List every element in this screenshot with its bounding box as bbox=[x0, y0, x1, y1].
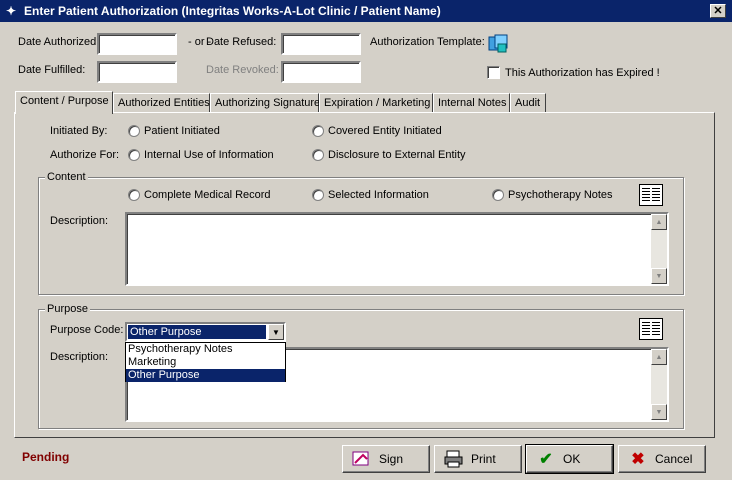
covered-entity-initiated-label: Covered Entity Initiated bbox=[328, 125, 442, 137]
description-label: Description: bbox=[50, 215, 109, 227]
date-revoked-field[interactable] bbox=[281, 61, 361, 83]
close-icon: ✕ bbox=[713, 4, 723, 17]
title-bar: ✦ Enter Patient Authorization (Integrita… bbox=[0, 0, 732, 22]
checkmark-icon: ✔ bbox=[539, 451, 553, 468]
template-button[interactable] bbox=[486, 33, 510, 55]
authorization-template-label: Authorization Template: bbox=[370, 36, 485, 48]
complete-record-radio[interactable] bbox=[128, 189, 140, 201]
disclosure-external-radio[interactable] bbox=[312, 149, 324, 161]
book-icon[interactable] bbox=[639, 184, 663, 206]
app-icon: ✦ bbox=[5, 4, 17, 18]
purpose-description-scrollbar[interactable]: ▲ ▼ bbox=[651, 349, 667, 420]
content-description-scrollbar[interactable]: ▲ ▼ bbox=[651, 214, 667, 284]
ok-label: OK bbox=[563, 452, 581, 466]
scroll-up-icon[interactable]: ▲ bbox=[651, 214, 667, 230]
authorize-for-label: Authorize For: bbox=[50, 149, 120, 161]
tab-audit[interactable]: Audit bbox=[510, 93, 546, 113]
date-authorized-label: Date Authorized: bbox=[18, 36, 100, 48]
tab-internal-notes[interactable]: Internal Notes bbox=[433, 93, 510, 113]
purpose-code-dropdown: Psychotherapy Notes Marketing Other Purp… bbox=[125, 342, 286, 382]
purpose-option-other[interactable]: Other Purpose bbox=[126, 369, 285, 382]
ok-button[interactable]: ✔ OK bbox=[525, 444, 614, 474]
purpose-option-psychotherapy[interactable]: Psychotherapy Notes bbox=[126, 343, 285, 356]
date-refused-label: Date Refused: bbox=[206, 36, 277, 48]
cancel-button[interactable]: ✖ Cancel bbox=[618, 445, 706, 473]
print-label: Print bbox=[471, 452, 496, 466]
expired-checkbox[interactable] bbox=[487, 66, 500, 79]
selected-info-label: Selected Information bbox=[328, 189, 429, 201]
tab-authorizing-signature[interactable]: Authorizing Signature bbox=[210, 93, 320, 113]
purpose-description-label: Description: bbox=[50, 351, 109, 363]
patient-initiated-label: Patient Initiated bbox=[144, 125, 220, 137]
covered-entity-initiated-radio[interactable] bbox=[312, 125, 324, 137]
print-button[interactable]: Print bbox=[434, 445, 522, 473]
date-revoked-label: Date Revoked: bbox=[206, 64, 279, 76]
sign-button[interactable]: Sign bbox=[342, 445, 430, 473]
content-group-title: Content bbox=[45, 171, 88, 183]
date-authorized-field[interactable] bbox=[97, 33, 177, 55]
purpose-book-icon[interactable] bbox=[639, 318, 663, 340]
patient-initiated-radio[interactable] bbox=[128, 125, 140, 137]
scroll-down-icon[interactable]: ▼ bbox=[651, 404, 667, 420]
date-refused-field[interactable] bbox=[281, 33, 361, 55]
disclosure-external-label: Disclosure to External Entity bbox=[328, 149, 466, 161]
content-description-textarea[interactable]: ▲ ▼ bbox=[125, 212, 669, 286]
purpose-code-select[interactable]: Other Purpose ▼ bbox=[125, 322, 286, 342]
purpose-code-label: Purpose Code: bbox=[50, 324, 124, 336]
initiated-by-label: Initiated By: bbox=[50, 125, 108, 137]
purpose-code-value: Other Purpose bbox=[128, 325, 266, 339]
internal-use-radio[interactable] bbox=[128, 149, 140, 161]
scroll-down-icon[interactable]: ▼ bbox=[651, 268, 667, 284]
selected-info-radio[interactable] bbox=[312, 189, 324, 201]
template-icon bbox=[488, 34, 508, 53]
sign-label: Sign bbox=[379, 452, 404, 466]
tab-expiration-marketing[interactable]: Expiration / Marketing bbox=[319, 93, 433, 113]
chevron-down-icon[interactable]: ▼ bbox=[268, 324, 284, 340]
window-title: Enter Patient Authorization (Integritas … bbox=[24, 4, 441, 18]
sign-icon bbox=[351, 449, 373, 469]
psychotherapy-notes-label: Psychotherapy Notes bbox=[508, 189, 613, 201]
date-fulfilled-label: Date Fulfilled: bbox=[18, 64, 86, 76]
tab-content-purpose[interactable]: Content / Purpose bbox=[15, 91, 113, 114]
status-text: Pending bbox=[22, 450, 70, 464]
date-fulfilled-field[interactable] bbox=[97, 61, 177, 83]
printer-icon bbox=[443, 449, 465, 469]
x-icon: ✖ bbox=[631, 451, 645, 468]
internal-use-label: Internal Use of Information bbox=[144, 149, 274, 161]
close-button[interactable]: ✕ bbox=[710, 4, 726, 18]
purpose-group-title: Purpose bbox=[45, 303, 90, 315]
expired-label: This Authorization has Expired ! bbox=[505, 67, 660, 79]
scroll-up-icon[interactable]: ▲ bbox=[651, 349, 667, 365]
complete-record-label: Complete Medical Record bbox=[144, 189, 271, 201]
tab-authorized-entities[interactable]: Authorized Entities bbox=[113, 93, 210, 113]
psychotherapy-notes-radio[interactable] bbox=[492, 189, 504, 201]
purpose-option-marketing[interactable]: Marketing bbox=[126, 356, 285, 369]
cancel-label: Cancel bbox=[655, 452, 693, 466]
